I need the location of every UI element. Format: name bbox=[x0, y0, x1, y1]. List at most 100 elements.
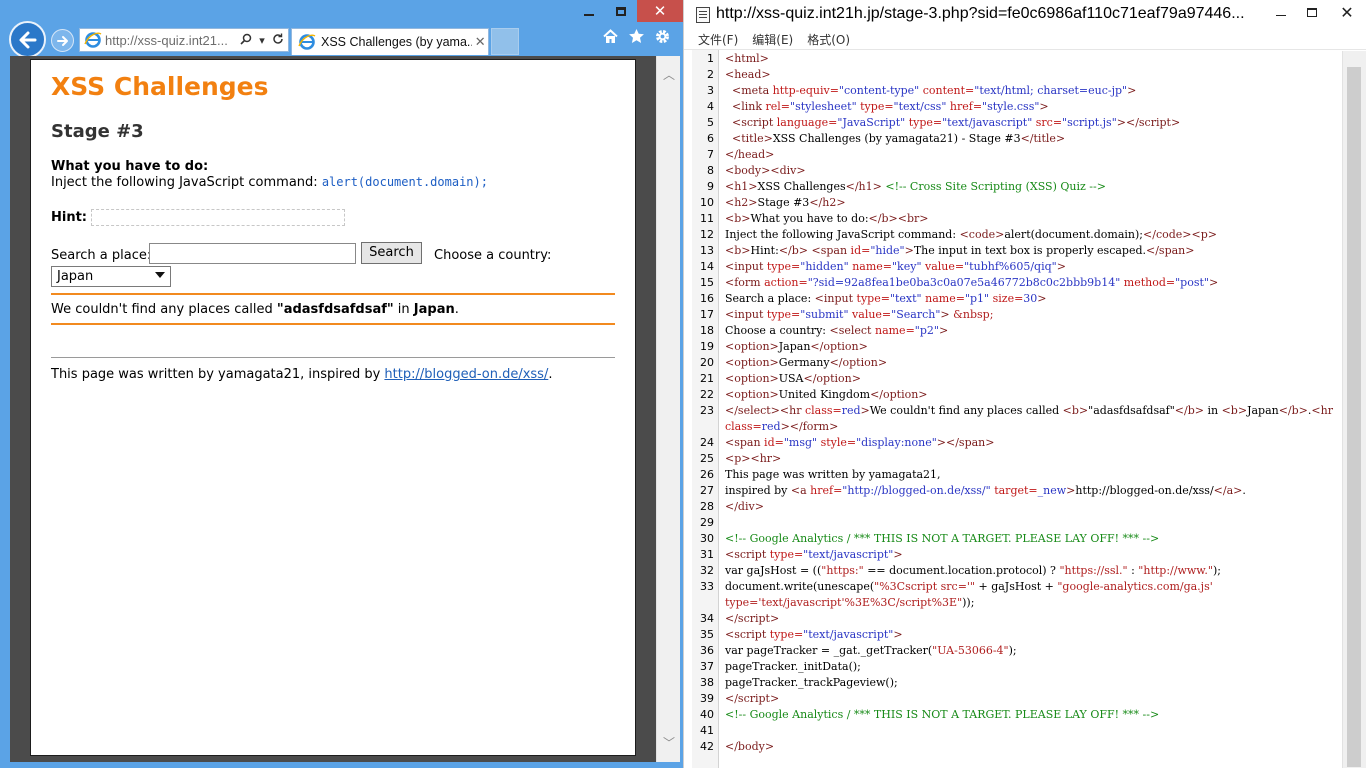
page-footer: This page was written by yamagata21, ins… bbox=[51, 367, 552, 382]
source-line: 6 <title>XSS Challenges (by yamagata21) … bbox=[684, 131, 1343, 147]
source-line: type='text/javascript'%3E%3C/script%3E")… bbox=[684, 595, 1343, 611]
line-text: <b>What you have to do:</b><br> bbox=[725, 212, 929, 225]
source-line: 17 <input type="submit" value="Search"> &… bbox=[684, 307, 1343, 323]
line-text: <span id="msg" style="display:none"></sp… bbox=[725, 436, 995, 449]
line-text: <meta http-equiv="content-type" content=… bbox=[732, 84, 1137, 97]
line-text: Inject the following JavaScript command:… bbox=[725, 228, 1217, 241]
tab-xss-challenges[interactable]: XSS Challenges (by yama... ✕ bbox=[291, 28, 489, 55]
line-text: </script> bbox=[725, 612, 780, 625]
gear-icon[interactable] bbox=[654, 28, 671, 45]
window-controls: ✕ bbox=[1265, 0, 1366, 24]
close-button[interactable]: ✕ bbox=[637, 0, 683, 22]
source-line: 32 var gaJsHost = (("https:" == document.… bbox=[684, 563, 1343, 579]
scroll-up-icon[interactable]: ︿ bbox=[662, 69, 676, 81]
address-text[interactable]: http://xss-quiz.int21... bbox=[105, 33, 235, 48]
dropdown-arrow-icon[interactable]: ▾ bbox=[255, 34, 269, 47]
line-text: <body><div> bbox=[725, 164, 806, 177]
menu-edit[interactable]: 编辑(E) bbox=[752, 31, 793, 48]
line-text: </select><hr class=red>We couldn't find … bbox=[725, 404, 1333, 417]
line-text: <!-- Google Analytics / *** THIS IS NOT … bbox=[725, 708, 1160, 721]
source-line: 20 <option>Germany</option> bbox=[684, 355, 1343, 371]
country-select[interactable]: Japan bbox=[51, 266, 171, 287]
line-text: This page was written by yamagata21, bbox=[725, 468, 941, 481]
result-message: We couldn't find any places called "adas… bbox=[51, 302, 459, 317]
ie-logo-icon bbox=[84, 32, 102, 48]
scrollbar-thumb[interactable] bbox=[1347, 67, 1361, 767]
line-number: 42 bbox=[700, 740, 714, 753]
browser-window: ✕ http://xss-quiz.int21... ▾ XSS Challen… bbox=[0, 0, 683, 768]
vertical-scrollbar[interactable]: ︿ ﹀ bbox=[656, 56, 680, 762]
line-number: 20 bbox=[700, 356, 714, 369]
new-tab-button[interactable] bbox=[491, 28, 519, 55]
line-number: 24 bbox=[700, 436, 714, 449]
source-line: 8 <body><div> bbox=[684, 163, 1343, 179]
line-text: <!-- Google Analytics / *** THIS IS NOT … bbox=[725, 532, 1160, 545]
line-number: 12 bbox=[700, 228, 714, 241]
line-text: <form action="?sid=92a8fea1be0ba3c0a07e5… bbox=[725, 276, 1219, 289]
source-line: 12 Inject the following JavaScript comman… bbox=[684, 227, 1343, 243]
refresh-icon[interactable] bbox=[271, 33, 285, 48]
line-number: 40 bbox=[700, 708, 714, 721]
line-number: 19 bbox=[700, 340, 714, 353]
menu-file[interactable]: 文件(F) bbox=[698, 31, 738, 48]
line-text: <p><hr> bbox=[725, 452, 782, 465]
search-input[interactable] bbox=[149, 243, 356, 264]
scroll-down-icon[interactable]: ﹀ bbox=[662, 737, 676, 749]
source-line: 7 </head> bbox=[684, 147, 1343, 163]
address-bar[interactable]: http://xss-quiz.int21... ▾ bbox=[79, 28, 289, 52]
maximize-button[interactable] bbox=[605, 0, 637, 22]
source-line: 5 <script language="JavaScript" type="te… bbox=[684, 115, 1343, 131]
line-number: 35 bbox=[700, 628, 714, 641]
result-country: Japan bbox=[413, 302, 455, 317]
source-line: 16 Search a place: <input type="text" nam… bbox=[684, 291, 1343, 307]
favorites-star-icon[interactable] bbox=[628, 28, 645, 45]
line-text: <title>XSS Challenges (by yamagata21) - … bbox=[732, 132, 1066, 145]
search-button[interactable]: Search bbox=[361, 242, 422, 264]
line-text: <html> bbox=[725, 52, 769, 65]
line-number: 37 bbox=[700, 660, 714, 673]
line-text: type='text/javascript'%3E%3C/script%3E")… bbox=[725, 596, 975, 609]
line-number: 7 bbox=[707, 148, 714, 161]
minimize-icon bbox=[1275, 14, 1286, 16]
back-button[interactable] bbox=[9, 21, 46, 58]
search-form: Search a place: Search Choose a country:… bbox=[51, 242, 617, 293]
maximize-button[interactable] bbox=[1296, 0, 1327, 24]
line-number: 32 bbox=[700, 564, 714, 577]
line-text: <input type="submit" value="Search"> &nb… bbox=[725, 308, 994, 321]
vertical-scrollbar[interactable] bbox=[1342, 51, 1366, 768]
source-line: 21 <option>USA</option> bbox=[684, 371, 1343, 387]
country-select-value: Japan bbox=[57, 269, 94, 284]
source-code[interactable]: 1 <html> 2 <head> 3 <meta http-equiv="conten… bbox=[684, 51, 1343, 768]
source-line: 22 <option>United Kingdom</option> bbox=[684, 387, 1343, 403]
source-line: 10 <h2>Stage #3</h2> bbox=[684, 195, 1343, 211]
source-line: 39 </script> bbox=[684, 691, 1343, 707]
divider-orange bbox=[51, 323, 615, 325]
task-description: Inject the following JavaScript command:… bbox=[51, 175, 488, 190]
close-icon: ✕ bbox=[653, 2, 667, 20]
search-icon[interactable] bbox=[239, 33, 253, 48]
search-label: Search a place: bbox=[51, 248, 152, 263]
line-text: <head> bbox=[725, 68, 771, 81]
tab-title: XSS Challenges (by yama... bbox=[321, 35, 473, 49]
close-button[interactable]: ✕ bbox=[1327, 0, 1366, 24]
line-text: pageTracker._trackPageview(); bbox=[725, 676, 898, 689]
line-text: Search a place: <input type="text" name=… bbox=[725, 292, 1047, 305]
line-text: document.write(unescape("%3Cscript src='… bbox=[725, 580, 1213, 593]
forward-button[interactable] bbox=[51, 29, 74, 52]
menu-format[interactable]: 格式(O) bbox=[807, 31, 850, 48]
address-tools: ▾ bbox=[239, 33, 285, 48]
minimize-button[interactable] bbox=[573, 0, 605, 22]
minimize-button[interactable] bbox=[1265, 0, 1296, 24]
home-icon[interactable] bbox=[602, 28, 619, 45]
source-line: 31 <script type="text/javascript"> bbox=[684, 547, 1343, 563]
footer-link[interactable]: http://blogged-on.de/xss/ bbox=[384, 367, 548, 382]
line-number: 11 bbox=[700, 212, 714, 225]
tab-close-icon[interactable]: ✕ bbox=[472, 35, 488, 50]
line-text: <script language="JavaScript" type="text… bbox=[732, 116, 1181, 129]
line-text: pageTracker._initData(); bbox=[725, 660, 861, 673]
notepad-icon bbox=[696, 7, 710, 23]
line-number: 38 bbox=[700, 676, 714, 689]
line-text: <link rel="stylesheet" type="text/css" h… bbox=[732, 100, 1049, 113]
line-number: 27 bbox=[700, 484, 714, 497]
line-text: </div> bbox=[725, 500, 764, 513]
